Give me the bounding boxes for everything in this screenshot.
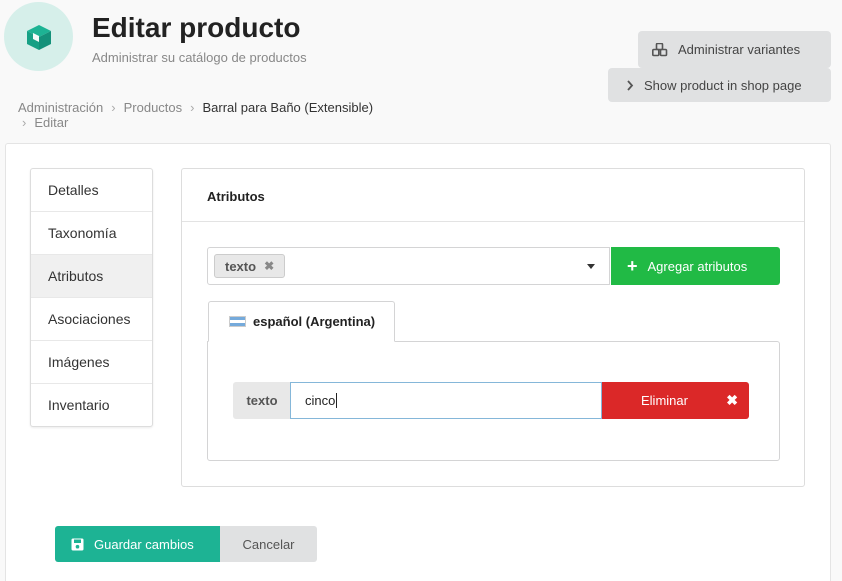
text-cursor: [336, 393, 338, 408]
cancel-button[interactable]: Cancelar: [220, 526, 317, 562]
save-changes-button[interactable]: Guardar cambios: [55, 526, 220, 562]
save-icon: [71, 538, 84, 551]
product-header-icon: [4, 2, 73, 71]
breadcrumb-productos[interactable]: Productos: [124, 100, 183, 115]
attribute-chip: texto ✖: [214, 254, 286, 278]
tab-locale-es-ar[interactable]: español (Argentina): [208, 301, 395, 342]
attribute-select[interactable]: texto ✖: [207, 247, 610, 285]
delete-attribute-button[interactable]: Eliminar ✖: [602, 382, 749, 419]
tab-locale-label: español (Argentina): [253, 314, 376, 329]
breadcrumb: Administración › Productos › Barral para Bañ…: [18, 100, 438, 130]
breadcrumb-separator-icon: ›: [190, 100, 195, 115]
locale-tab-content: texto cinco Eliminar ✖: [207, 341, 780, 461]
breadcrumb-product[interactable]: Barral para Baño (Extensible): [203, 100, 374, 115]
attribute-value-input[interactable]: cinco: [290, 382, 602, 419]
divider: [182, 221, 804, 222]
save-changes-label: Guardar cambios: [94, 536, 194, 552]
cubes-icon: [652, 42, 668, 57]
chevron-right-icon: [626, 79, 634, 91]
argentina-flag-icon: [229, 316, 246, 327]
sidebar-menu: Detalles Taxonomía Atributos Asociacione…: [30, 168, 153, 427]
attribute-value-text: cinco: [305, 393, 336, 408]
plus-icon: +: [627, 256, 638, 276]
page-title: Editar producto: [92, 12, 301, 43]
remove-chip-icon[interactable]: ✖: [264, 259, 274, 273]
sidebar-item-imagenes[interactable]: Imágenes: [31, 341, 152, 384]
delete-attribute-label: Eliminar: [641, 393, 688, 408]
attributes-panel: Atributos texto ✖ + Agregar atributos es…: [181, 168, 805, 487]
breadcrumb-separator-icon: ›: [111, 100, 116, 115]
cube-icon: [26, 24, 51, 50]
close-icon: ✖: [726, 392, 738, 408]
sidebar-item-inventario[interactable]: Inventario: [31, 384, 152, 426]
attribute-chip-label: texto: [225, 258, 257, 274]
manage-variants-button[interactable]: Administrar variantes: [638, 31, 831, 68]
attributes-title: Atributos: [207, 189, 265, 204]
sidebar-item-detalles[interactable]: Detalles: [31, 169, 152, 212]
breadcrumb-editar: Editar: [34, 115, 69, 130]
sidebar-item-asociaciones[interactable]: Asociaciones: [31, 298, 152, 341]
dropdown-caret-icon[interactable]: [587, 264, 595, 269]
sidebar-item-taxonomia[interactable]: Taxonomía: [31, 212, 152, 255]
manage-variants-label: Administrar variantes: [678, 42, 801, 57]
show-in-shop-label: Show product in shop page: [644, 77, 802, 93]
add-attributes-label: Agregar atributos: [647, 258, 748, 274]
attribute-field-label: texto: [233, 382, 291, 419]
page-subtitle: Administrar su catálogo de productos: [92, 50, 307, 65]
add-attributes-button[interactable]: + Agregar atributos: [611, 247, 780, 285]
breadcrumb-separator-icon: ›: [22, 115, 27, 130]
breadcrumb-administracion[interactable]: Administración: [18, 100, 103, 115]
show-in-shop-button[interactable]: Show product in shop page: [608, 68, 831, 102]
sidebar-item-atributos[interactable]: Atributos: [31, 255, 152, 298]
